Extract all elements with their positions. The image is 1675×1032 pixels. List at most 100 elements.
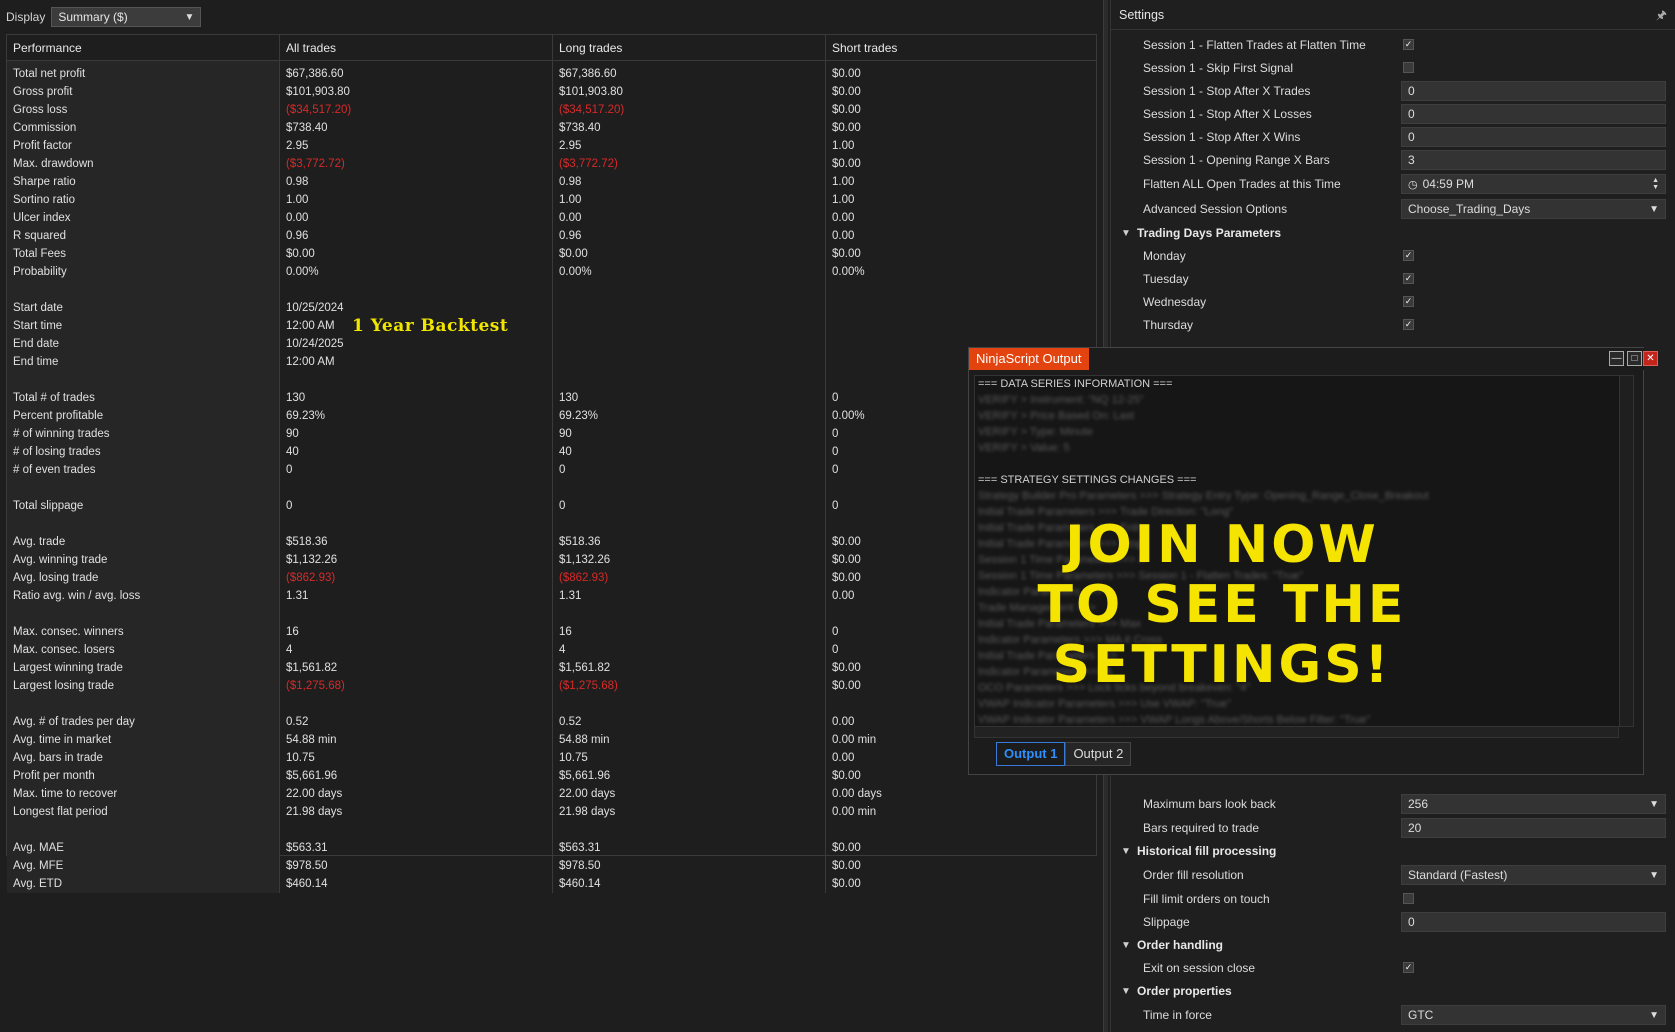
- checkbox[interactable]: ✓: [1403, 250, 1414, 261]
- checkbox[interactable]: [1403, 62, 1414, 73]
- maximize-icon[interactable]: □: [1627, 351, 1642, 366]
- dropdown[interactable]: Standard (Fastest) ▼: [1401, 865, 1666, 885]
- column-header-all-trades[interactable]: All trades: [280, 35, 553, 61]
- cell-all: 0.52: [286, 716, 309, 728]
- tab-output-2[interactable]: Output 2: [1065, 742, 1132, 766]
- spacer-row: [553, 821, 825, 839]
- property-value: ✓: [1401, 958, 1666, 978]
- category-header[interactable]: ▼ Trading Days Parameters: [1111, 222, 1675, 244]
- expand-triangle-icon[interactable]: ▼: [1121, 228, 1131, 239]
- expand-triangle-icon[interactable]: ▼: [1121, 940, 1131, 951]
- dropdown-value: GTC: [1408, 1008, 1434, 1022]
- tab-output-1[interactable]: Output 1: [996, 742, 1066, 766]
- all-trades-column: $67,386.60 $101,903.80 ($34,517.20) $738.40…: [280, 61, 553, 893]
- display-select[interactable]: Summary ($) ▼: [51, 7, 202, 27]
- expand-triangle-icon[interactable]: ▼: [1121, 846, 1131, 857]
- property-row: Wednesday ✓: [1111, 291, 1675, 313]
- row-label: End time: [13, 356, 59, 368]
- property-value: ◷ 04:59 PM ▲ ▼: [1401, 174, 1666, 194]
- expand-triangle-icon[interactable]: ▼: [1121, 986, 1131, 997]
- output-line: VWAP Indicator Parameters >>> VWAP Longs…: [978, 714, 1371, 726]
- dropdown[interactable]: GTC ▼: [1401, 1005, 1666, 1025]
- row-label: Max. time to recover: [13, 788, 118, 800]
- dropdown[interactable]: 256 ▼: [1401, 794, 1666, 814]
- checkbox[interactable]: ✓: [1403, 39, 1414, 50]
- cell-all: 69.23%: [286, 410, 326, 422]
- output-window-title-bar[interactable]: NinjaScript Output — □: [969, 348, 1645, 370]
- horizontal-scrollbar[interactable]: [974, 726, 1619, 738]
- row-label: Start time: [13, 320, 63, 332]
- time-value: 04:59 PM: [1422, 177, 1474, 191]
- cell-long: 54.88 min: [559, 734, 610, 746]
- property-name: Fill limit orders on touch: [1143, 892, 1270, 906]
- cell-long: 0.52: [559, 716, 582, 728]
- property-value: 0: [1401, 127, 1666, 147]
- checkbox[interactable]: ✓: [1403, 296, 1414, 307]
- category-header[interactable]: ▼ Historical fill processing: [1111, 840, 1675, 862]
- spacer-row: [280, 479, 552, 497]
- cell-long: 10.75: [559, 752, 588, 764]
- row-label: Percent profitable: [13, 410, 104, 422]
- row-label: Avg. MFE: [13, 860, 64, 872]
- spacer-row: [280, 821, 552, 839]
- text-field[interactable]: 0: [1401, 81, 1666, 101]
- long-trades-column: $67,386.60 $101,903.80 ($34,517.20) $738.40…: [553, 61, 826, 893]
- text-field[interactable]: 0: [1401, 127, 1666, 147]
- cell-all: 54.88 min: [286, 734, 337, 746]
- chevron-down-icon: ▼: [184, 11, 195, 23]
- row-label: Profit per month: [13, 770, 95, 782]
- cell-all: 10/24/2025: [286, 338, 344, 350]
- spinner-icon[interactable]: ▲ ▼: [1652, 177, 1659, 191]
- row-label: Profit factor: [13, 140, 72, 152]
- cell-all: ($3,772.72): [286, 158, 345, 170]
- row-label: Ratio avg. win / avg. loss: [13, 590, 141, 602]
- backtest-annotation: 1 Year Backtest: [352, 316, 509, 336]
- minimize-icon[interactable]: —: [1609, 351, 1624, 366]
- column-header-performance[interactable]: Performance: [7, 35, 280, 61]
- cell-all: $0.00: [286, 248, 315, 260]
- cell-all: $101,903.80: [286, 86, 350, 98]
- spacer-row: [826, 821, 1098, 839]
- pin-icon[interactable]: 🖈: [1656, 0, 1667, 30]
- cell-short: $0.00: [832, 860, 861, 872]
- checkbox[interactable]: ✓: [1403, 962, 1414, 973]
- dropdown[interactable]: Choose_Trading_Days ▼: [1401, 199, 1666, 219]
- cell-short: 0.00: [832, 230, 855, 242]
- cell-long: 0.00%: [559, 266, 592, 278]
- output-line: VERIFY > Type: Minute: [978, 426, 1093, 438]
- category-header[interactable]: ▼ Order properties: [1111, 980, 1675, 1002]
- cell-all: 0.00%: [286, 266, 319, 278]
- spacer-row: [7, 371, 279, 389]
- column-header-long-trades[interactable]: Long trades: [553, 35, 826, 61]
- row-label: Max. consec. losers: [13, 644, 115, 656]
- cell-short: $0.00: [832, 68, 861, 80]
- cell-long: $0.00: [559, 248, 588, 260]
- row-label: Gross loss: [13, 104, 68, 116]
- cell-all: $978.50: [286, 860, 328, 872]
- column-header-short-trades[interactable]: Short trades: [826, 35, 1098, 61]
- vertical-scrollbar[interactable]: [1619, 376, 1633, 726]
- text-field[interactable]: 0: [1401, 104, 1666, 124]
- close-icon[interactable]: ✕: [1643, 351, 1658, 366]
- property-row: Bars required to trade 20: [1111, 817, 1675, 839]
- row-label: # of even trades: [13, 464, 96, 476]
- cell-all: ($1,275.68): [286, 680, 345, 692]
- cell-short: $0.00: [832, 842, 861, 854]
- cell-all: 21.98 days: [286, 806, 343, 818]
- category-name: Historical fill processing: [1137, 844, 1277, 858]
- category-header[interactable]: ▼ Order handling: [1111, 934, 1675, 956]
- checkbox[interactable]: ✓: [1403, 319, 1414, 330]
- property-name: Session 1 - Opening Range X Bars: [1143, 153, 1330, 167]
- text-field[interactable]: 0: [1401, 912, 1666, 932]
- text-field[interactable]: 3: [1401, 150, 1666, 170]
- performance-table-body: Total net profit Gross profit Gross loss Co…: [7, 61, 1098, 893]
- time-picker[interactable]: ◷ 04:59 PM ▲ ▼: [1401, 174, 1666, 194]
- checkbox[interactable]: ✓: [1403, 273, 1414, 284]
- row-label: # of winning trades: [13, 428, 110, 440]
- checkbox[interactable]: [1403, 893, 1414, 904]
- property-name: Session 1 - Stop After X Wins: [1143, 130, 1301, 144]
- row-label: Avg. time in market: [13, 734, 112, 746]
- dropdown-value: Standard (Fastest): [1408, 868, 1508, 882]
- text-field[interactable]: 20: [1401, 818, 1666, 838]
- property-value: Standard (Fastest) ▼: [1401, 865, 1666, 885]
